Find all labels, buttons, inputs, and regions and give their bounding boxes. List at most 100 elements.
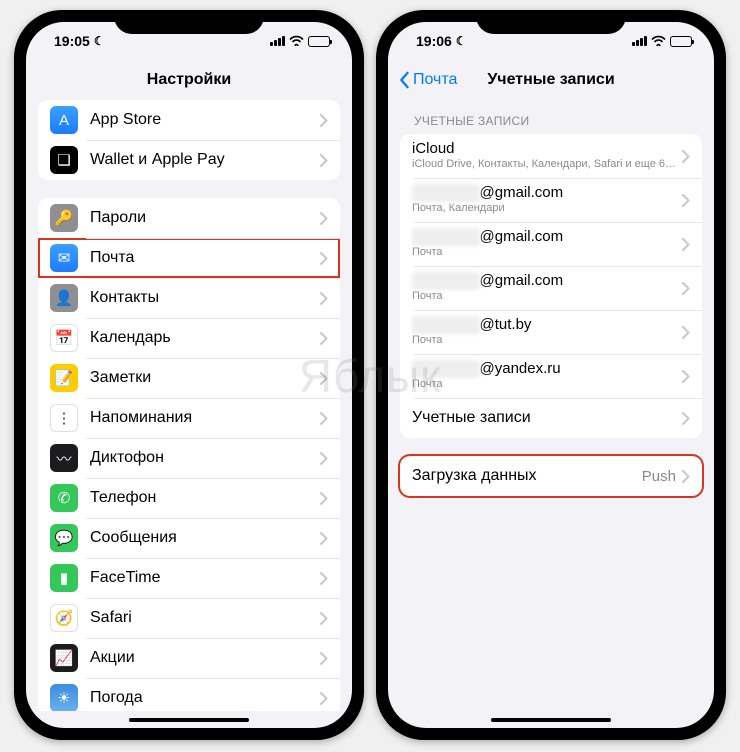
chevron-right-icon [320,114,328,127]
settings-row-погода[interactable]: ☀Погода [38,678,340,711]
account-info: xxxxxxxxx@gmail.comПочта, Календари [412,184,682,215]
row-label: Календарь [90,329,320,347]
row-label: Контакты [90,289,320,307]
account-subtitle: Почта, Календари [412,202,682,215]
accounts-content[interactable]: УЧЕТНЫЕ ЗАПИСИ iCloudiCloud Drive, Конта… [388,100,714,711]
notch [114,10,264,34]
row-label: Диктофон [90,449,320,467]
calendar-icon: 📅 [50,324,78,352]
chevron-right-icon [682,412,690,425]
accounts-group: iCloudiCloud Drive, Контакты, Календари,… [400,134,702,438]
key-icon: 🔑 [50,204,78,232]
back-button[interactable]: Почта [398,71,457,89]
settings-row-акции[interactable]: 📈Акции [38,638,340,678]
page-title: Настройки [147,71,231,89]
nav-header: Настройки [26,60,352,100]
settings-row-wallet-и-apple-pay[interactable]: ❏ Wallet и Apple Pay [38,140,340,180]
phone-left: 19:05 ☾ Настройки AApp Store ❏ Wallet и Ap… [14,10,364,740]
reminders-icon: ⋮ [50,404,78,432]
dnd-icon: ☾ [94,34,105,48]
home-indicator[interactable] [491,718,611,722]
settings-row-app-store[interactable]: AApp Store [38,100,340,140]
row-label: Safari [90,609,320,627]
notes-icon: 📝 [50,364,78,392]
row-label: Погода [90,689,320,707]
home-indicator[interactable] [129,718,249,722]
account-info: xxxxxxxxx@gmail.comПочта [412,228,682,259]
chevron-right-icon [682,470,690,483]
signal-icon [632,36,647,46]
chevron-right-icon [320,612,328,625]
account-info: xxxxxxxxx@gmail.comПочта [412,272,682,303]
account-subtitle: Почта [412,334,682,347]
row-label: Сообщения [90,529,320,547]
chevron-right-icon [320,212,328,225]
back-label: Почта [413,71,457,89]
status-time: 19:05 [54,33,90,49]
account-info: xxxxxxxxx@yandex.ruПочта [412,360,682,391]
settings-row-почта[interactable]: ✉ Почта [38,238,340,278]
settings-row-напоминания[interactable]: ⋮ Напоминания [38,398,340,438]
account-title: xxxxxxxxx@gmail.com [412,228,682,246]
row-label: Акции [90,649,320,667]
settings-row-телефон[interactable]: ✆ Телефон [38,478,340,518]
account-title: xxxxxxxxx@yandex.ru [412,360,682,378]
mail-icon: ✉ [50,244,78,272]
screen-left: 19:05 ☾ Настройки AApp Store ❏ Wallet и Ap… [26,22,352,728]
row-label: Телефон [90,489,320,507]
row-label: Учетные записи [412,409,682,427]
chevron-right-icon [682,282,690,295]
row-label: Wallet и Apple Pay [90,151,320,169]
phone-icon: ✆ [50,484,78,512]
chevron-right-icon [682,238,690,251]
chevron-right-icon [320,532,328,545]
row-label: Пароли [90,209,320,227]
nav-header: Почта Учетные записи [388,60,714,100]
facetime-icon: ▮ [50,564,78,592]
row-label: Почта [90,249,320,267]
account-info: iCloudiCloud Drive, Контакты, Календари,… [412,140,682,171]
wifi-icon [289,34,304,49]
chevron-right-icon [682,370,690,383]
account-title: iCloud [412,140,682,158]
page-title: Учетные записи [487,71,614,89]
safari-icon: 🧭 [50,604,78,632]
account-row[interactable]: iCloudiCloud Drive, Контакты, Календари,… [400,134,702,178]
screen-right: 19:06 ☾ Почта Учетные записи УЧЕТНЫЕ ЗАП… [388,22,714,728]
account-row[interactable]: xxxxxxxxx@gmail.comПочта, Календари [400,178,702,222]
settings-row-safari[interactable]: 🧭 Safari [38,598,340,638]
settings-row-календарь[interactable]: 📅 Календарь [38,318,340,358]
account-row[interactable]: xxxxxxxxx@gmail.comПочта [400,222,702,266]
row-label: Напоминания [90,409,320,427]
chevron-right-icon [320,452,328,465]
fetch-label: Загрузка данных [412,467,642,485]
row-label: Заметки [90,369,320,387]
settings-group-store: AApp Store ❏ Wallet и Apple Pay [38,100,340,180]
add-account-row[interactable]: Учетные записи [400,398,702,438]
chevron-right-icon [320,652,328,665]
wallet-icon: ❏ [50,146,78,174]
settings-row-пароли[interactable]: 🔑 Пароли [38,198,340,238]
signal-icon [270,36,285,46]
chevron-right-icon [320,692,328,705]
contacts-icon: 👤 [50,284,78,312]
chevron-right-icon [320,252,328,265]
account-subtitle: Почта [412,378,682,391]
settings-row-сообщения[interactable]: 💬Сообщения [38,518,340,558]
row-label: App Store [90,111,320,129]
battery-icon [670,36,692,47]
fetch-new-data-row[interactable]: Загрузка данных Push [400,456,702,496]
settings-row-facetime[interactable]: ▮FaceTime [38,558,340,598]
voicememo-icon: 〰 [50,444,78,472]
chevron-right-icon [320,154,328,167]
chevron-right-icon [320,412,328,425]
chevron-right-icon [320,372,328,385]
account-row[interactable]: xxxxxxxxx@yandex.ruПочта [400,354,702,398]
chevron-right-icon [682,194,690,207]
settings-row-заметки[interactable]: 📝 Заметки [38,358,340,398]
account-row[interactable]: xxxxxxxxx@gmail.comПочта [400,266,702,310]
settings-row-контакты[interactable]: 👤 Контакты [38,278,340,318]
settings-list[interactable]: AApp Store ❏ Wallet и Apple Pay 🔑 Пароли ✉ По… [26,100,352,711]
account-row[interactable]: xxxxxxxxx@tut.byПочта [400,310,702,354]
settings-row-диктофон[interactable]: 〰 Диктофон [38,438,340,478]
